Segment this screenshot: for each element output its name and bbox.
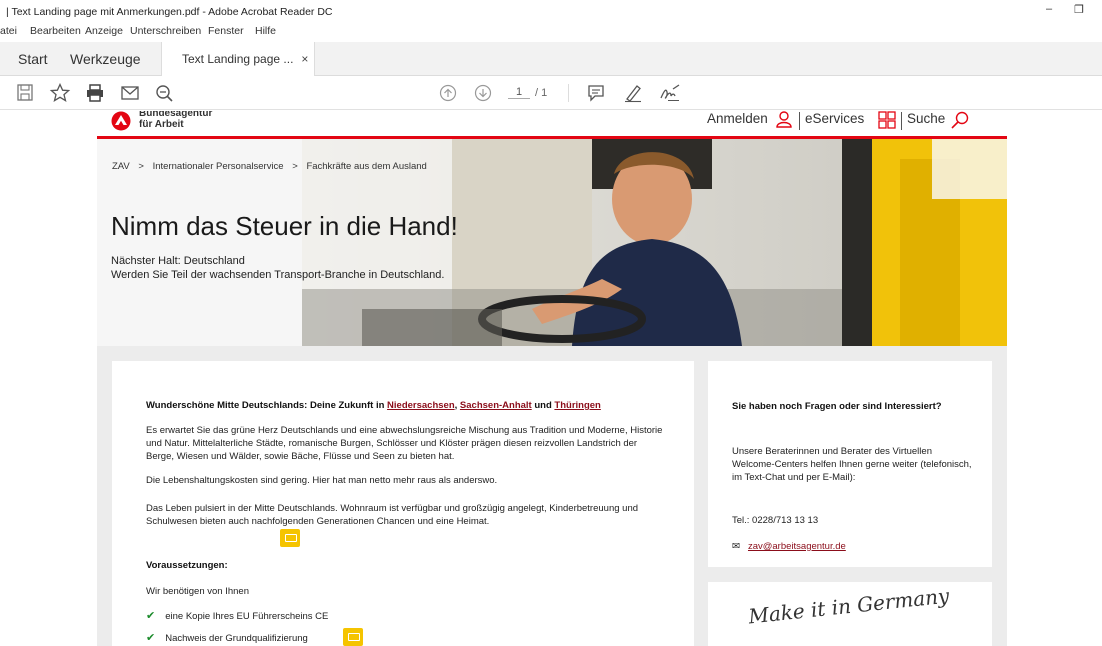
menu-window[interactable]: Fenster — [208, 25, 244, 37]
tab-tools[interactable]: Werkzeuge — [70, 42, 141, 76]
logo-line-2: für Arbeit — [139, 119, 184, 130]
comment-icon[interactable] — [585, 83, 607, 103]
menu-help[interactable]: Hilfe — [255, 25, 276, 37]
breadcrumb: ZAV > Internationaler Personalservice > … — [112, 161, 433, 172]
save-icon[interactable] — [14, 83, 36, 103]
email-icon[interactable] — [119, 83, 141, 103]
list-item: ✔ Nachweis der Grundqualifizierung — [146, 631, 308, 644]
page-up-icon[interactable] — [437, 83, 459, 103]
link-niedersachsen[interactable]: Niedersachsen — [387, 400, 455, 411]
main-content-card: Wunderschöne Mitte Deutschlands: Deine Z… — [112, 361, 694, 646]
requirements-heading: Voraussetzungen: — [146, 560, 228, 571]
grid-icon[interactable] — [877, 111, 897, 133]
user-icon[interactable] — [774, 111, 794, 132]
link-sachsen-anhalt[interactable]: Sachsen-Anhalt — [460, 400, 532, 411]
nav-login[interactable]: Anmelden — [707, 111, 768, 126]
tab-document[interactable]: Text Landing page ... × — [161, 42, 315, 77]
nav-search[interactable]: Suche — [907, 111, 945, 126]
sticky-note-icon[interactable] — [343, 628, 363, 646]
requirement-text: eine Kopie Ihres EU Führerscheins CE — [165, 611, 329, 622]
page-title: Nimm das Steuer in die Hand! — [111, 211, 458, 241]
close-tab-icon[interactable]: × — [301, 52, 308, 66]
tab-bar: Start Werkzeuge Text Landing page ... × — [0, 42, 1102, 77]
site-nav: Anmelden eServices Suche — [707, 111, 970, 135]
checkmark-icon: ✔ — [146, 610, 156, 622]
contact-heading: Sie haben noch Fragen oder sind Interess… — [732, 401, 942, 412]
nav-divider — [799, 112, 800, 130]
breadcrumb-sep: > — [292, 161, 298, 172]
page-number-input[interactable]: 1 — [508, 86, 530, 99]
hero-subtitle-2: Werden Sie Teil der wachsenden Transport… — [111, 269, 445, 281]
minimize-button[interactable]: – — [1038, 3, 1060, 19]
requirements-intro: Wir benötigen von Ihnen — [146, 586, 249, 597]
site-header: Bundesagentur für Arbeit Anmelden eServi… — [97, 111, 1007, 139]
tab-start[interactable]: Start — [18, 42, 48, 76]
requirement-text: Nachweis der Grundqualifizierung — [165, 633, 308, 644]
paragraph-costs: Die Lebenshaltungskosten sind gering. Hi… — [146, 475, 498, 486]
ba-logo-text: Bundesagentur für Arbeit — [139, 111, 212, 130]
breadcrumb-sep: > — [138, 161, 144, 172]
zoom-icon[interactable] — [153, 83, 175, 103]
restore-button[interactable]: ❐ — [1068, 3, 1090, 19]
signature-card: Make it in Germany — [708, 582, 992, 646]
contact-card: Sie haben noch Fragen oder sind Interess… — [708, 361, 992, 567]
paragraph-intro: Es erwartet Sie das grüne Herz Deutschla… — [146, 425, 663, 462]
ba-logo-icon — [111, 111, 131, 131]
highlight-pen-icon[interactable] — [622, 83, 644, 103]
window-title-bar: | Text Landing page mit Anmerkungen.pdf … — [0, 0, 1102, 22]
search-icon[interactable] — [950, 111, 970, 133]
breadcrumb-current: Fachkräfte aus dem Ausland — [306, 161, 427, 172]
contact-text: Unsere Beraterinnen und Berater des Virt… — [732, 446, 972, 483]
contact-email-row: ✉ zav@arbeitsagentur.de — [732, 541, 846, 552]
nav-eservices[interactable]: eServices — [805, 111, 864, 126]
heading-separator: und — [531, 400, 555, 411]
menu-bar: atei Bearbeiten Anzeige Unterschreiben F… — [0, 22, 1102, 40]
main-heading: Wunderschöne Mitte Deutschlands: Deine Z… — [146, 400, 601, 411]
link-thueringen[interactable]: Thüringen — [554, 400, 600, 411]
nav-divider-2 — [901, 112, 902, 130]
breadcrumb-personalservice[interactable]: Internationaler Personalservice — [153, 161, 284, 172]
menu-edit[interactable]: Bearbeiten — [30, 25, 81, 37]
hero-subtitle-1: Nächster Halt: Deutschland — [111, 255, 245, 267]
page-total: / 1 — [535, 87, 548, 99]
paragraph-life: Das Leben pulsiert in der Mitte Deutschl… — [146, 503, 639, 527]
toolbar: 1 / 1 — [0, 76, 1102, 110]
tab-document-label: Text Landing page ... — [182, 52, 294, 66]
pdf-page: Bundesagentur für Arbeit Anmelden eServi… — [97, 111, 1007, 646]
window-title: | Text Landing page mit Anmerkungen.pdf … — [6, 6, 333, 18]
make-it-in-germany-signature: Make it in Germany — [747, 583, 951, 629]
bookmark-star-icon[interactable] — [49, 82, 71, 103]
list-item: ✔ eine Kopie Ihres EU Führerscheins CE — [146, 609, 328, 622]
logo-line-1: Bundesagentur — [139, 111, 213, 119]
sticky-note-icon[interactable] — [280, 529, 300, 547]
menu-view[interactable]: Anzeige — [85, 25, 123, 37]
contact-phone: Tel.: 0228/713 13 13 — [732, 515, 819, 526]
toolbar-divider — [568, 84, 569, 102]
breadcrumb-zav[interactable]: ZAV — [112, 161, 130, 172]
main-heading-text: Wunderschöne Mitte Deutschlands: Deine Z… — [146, 400, 388, 411]
hero-banner: ZAV > Internationaler Personalservice > … — [97, 139, 1007, 346]
email-link[interactable]: zav@arbeitsagentur.de — [748, 541, 846, 552]
email-icon: ✉ — [732, 541, 740, 552]
print-icon[interactable] — [84, 83, 106, 103]
menu-file[interactable]: atei — [0, 25, 17, 37]
page-down-icon[interactable] — [472, 83, 494, 103]
checkmark-icon: ✔ — [146, 632, 156, 644]
document-viewport[interactable]: Bundesagentur für Arbeit Anmelden eServi… — [0, 111, 1102, 646]
sign-icon[interactable] — [659, 83, 681, 103]
menu-sign[interactable]: Unterschreiben — [130, 25, 201, 37]
